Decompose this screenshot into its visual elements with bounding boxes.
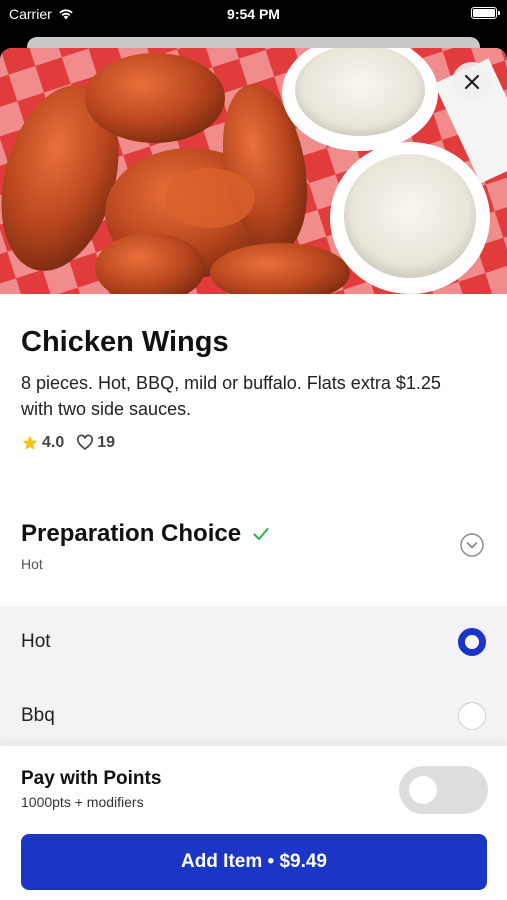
likes-count: 19 bbox=[97, 434, 116, 451]
option-bbq[interactable]: Bbq bbox=[0, 680, 507, 754]
toggle-knob bbox=[409, 776, 437, 804]
status-time: 9:54 PM bbox=[227, 6, 280, 22]
item-stats: 4.0 19 bbox=[21, 434, 115, 452]
chevron-down-icon[interactable] bbox=[460, 533, 484, 557]
pay-with-points-title: Pay with Points bbox=[21, 768, 162, 789]
likes[interactable]: 19 bbox=[76, 434, 115, 452]
preparation-options: Hot Bbq bbox=[0, 606, 507, 756]
add-item-button[interactable]: Add Item • $9.49 bbox=[21, 834, 487, 890]
battery-icon bbox=[471, 7, 500, 19]
preparation-title: Preparation Choice bbox=[21, 520, 242, 547]
rating-value: 4.0 bbox=[42, 434, 65, 451]
item-title: Chicken Wings bbox=[21, 326, 229, 358]
preparation-selected: Hot bbox=[21, 556, 43, 572]
option-label: Hot bbox=[21, 631, 51, 652]
preparation-header[interactable]: Preparation Choice bbox=[21, 520, 269, 548]
item-detail-sheet: Chicken Wings 8 pieces. Hot, BBQ, mild o… bbox=[0, 48, 507, 900]
radio-unselected[interactable] bbox=[458, 702, 486, 730]
check-icon bbox=[253, 528, 269, 540]
rating: 4.0 bbox=[21, 434, 64, 452]
close-icon bbox=[464, 74, 480, 90]
pay-with-points-subtitle: 1000pts + modifiers bbox=[21, 794, 144, 810]
checkout-footer: Pay with Points 1000pts + modifiers Add … bbox=[0, 746, 507, 900]
heart-icon bbox=[77, 434, 94, 450]
item-description: 8 pieces. Hot, BBQ, mild or buffalo. Fla… bbox=[21, 373, 441, 419]
star-icon bbox=[22, 435, 38, 450]
option-hot[interactable]: Hot bbox=[0, 606, 507, 680]
item-photo bbox=[0, 48, 507, 294]
points-toggle[interactable] bbox=[399, 766, 488, 814]
close-button[interactable] bbox=[452, 62, 492, 102]
status-bar: Carrier 9:54 PM bbox=[0, 0, 507, 30]
radio-selected[interactable] bbox=[458, 628, 486, 656]
option-label: Bbq bbox=[21, 705, 55, 726]
